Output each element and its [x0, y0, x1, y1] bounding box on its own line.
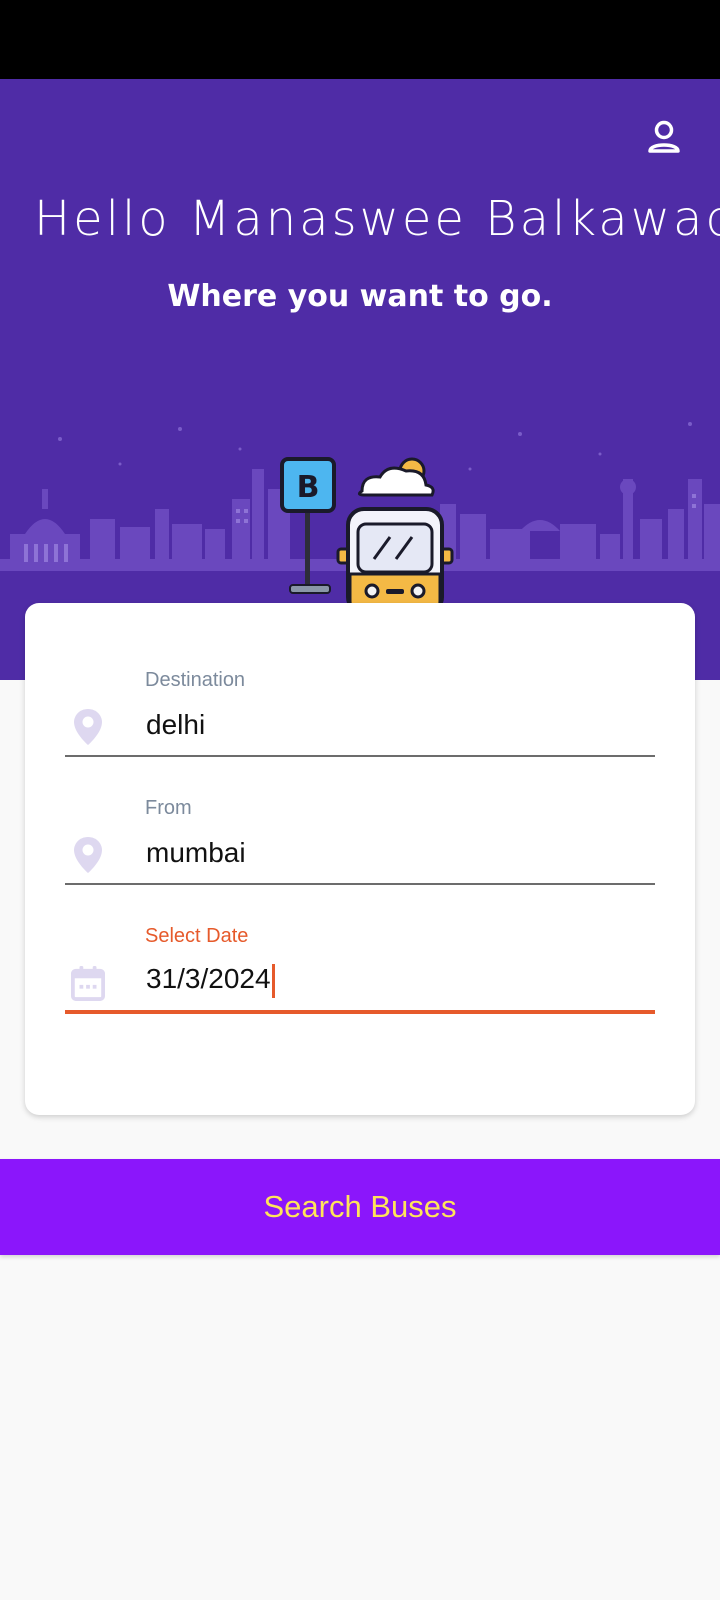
- location-pin-icon: [71, 835, 105, 875]
- search-form-card: Destination delhi From mumbai Select Dat…: [25, 603, 695, 1115]
- header: Hello Manaswee Balkawade Where you want …: [0, 79, 720, 680]
- date-input-wrap[interactable]: 31/3/2024: [146, 963, 275, 998]
- from-field[interactable]: From mumbai: [65, 781, 655, 887]
- from-underline: [65, 883, 655, 885]
- location-pin-icon: [71, 707, 105, 747]
- search-buses-button[interactable]: Search Buses: [0, 1159, 720, 1255]
- date-input[interactable]: 31/3/2024: [146, 963, 271, 994]
- destination-label: Destination: [145, 669, 246, 691]
- date-label: Select Date: [145, 925, 249, 947]
- search-buses-label: Search Buses: [263, 1189, 457, 1224]
- bus-stop-letter: B: [297, 470, 320, 505]
- from-label: From: [145, 797, 192, 819]
- cloud-icon: [357, 457, 435, 497]
- date-underline: [65, 1010, 655, 1014]
- greeting-subtitle: Where you want to go.: [167, 279, 553, 314]
- destination-input[interactable]: delhi: [146, 709, 205, 741]
- profile-button[interactable]: [644, 117, 684, 157]
- text-caret: [271, 963, 275, 998]
- status-bar: [0, 0, 720, 79]
- person-icon: [648, 120, 680, 153]
- date-field[interactable]: Select Date 31/3/2024: [65, 909, 655, 1019]
- destination-underline: [65, 755, 655, 757]
- destination-field[interactable]: Destination delhi: [65, 653, 655, 759]
- greeting-title: Hello Manaswee Balkawade: [34, 191, 720, 247]
- city-skyline-illustration: B: [0, 422, 720, 609]
- from-input[interactable]: mumbai: [146, 837, 246, 869]
- calendar-icon: [71, 963, 105, 1003]
